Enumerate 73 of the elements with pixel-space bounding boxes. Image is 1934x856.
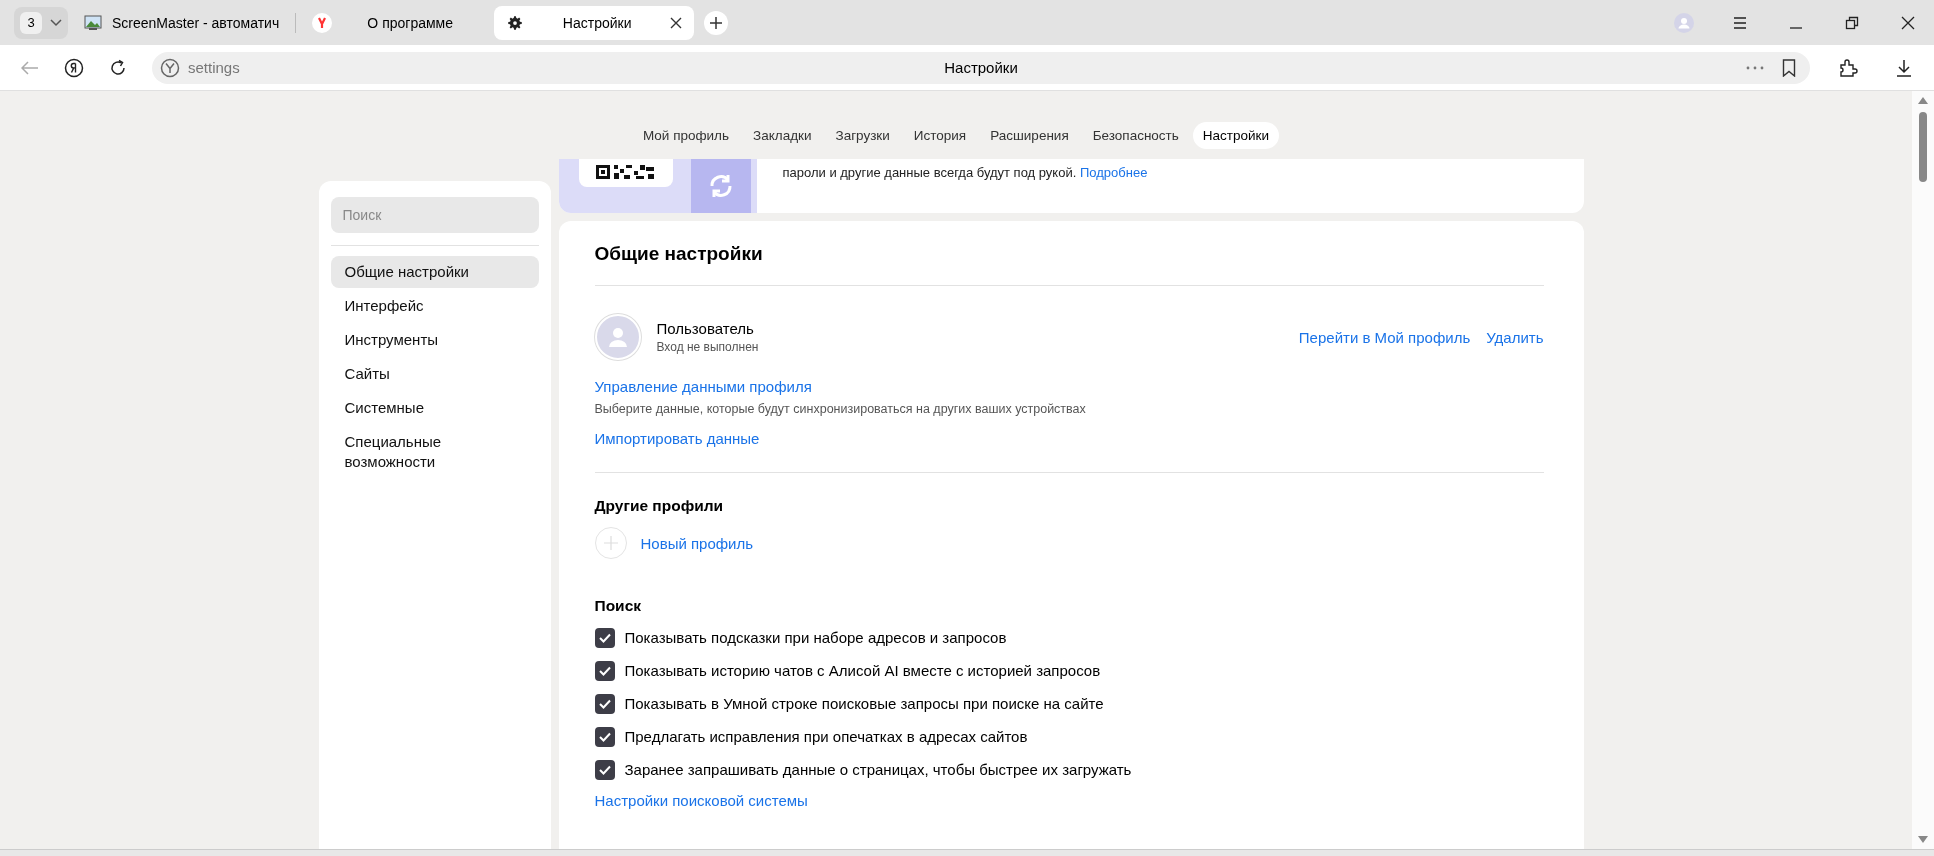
section-heading: Другие профили xyxy=(594,497,725,515)
nav-tab[interactable]: Закладки xyxy=(743,121,822,149)
address-text: settings xyxy=(188,59,240,76)
more-icon[interactable] xyxy=(1746,65,1764,70)
new-profile-link[interactable]: Новый профиль xyxy=(640,534,754,552)
browser-tab[interactable]: О программе xyxy=(300,5,491,40)
plus-icon xyxy=(603,536,618,550)
nav-tab[interactable]: Загрузки xyxy=(825,121,900,149)
checkmark-icon xyxy=(598,632,611,643)
image-icon xyxy=(84,14,102,31)
sidebar-item[interactable]: Интерфейс xyxy=(330,290,539,322)
profile-status: Вход не выполнен xyxy=(656,340,759,354)
browser-logo-icon xyxy=(160,57,180,78)
bookmark-icon[interactable] xyxy=(1782,58,1796,77)
sidebar-item[interactable]: Общие настройки xyxy=(330,256,539,288)
sidebar-item[interactable]: Сайты xyxy=(330,358,539,390)
address-field[interactable]: settings Настройки xyxy=(152,51,1810,84)
checkbox[interactable] xyxy=(594,693,615,714)
checkmark-icon xyxy=(598,698,611,709)
sync-description: пароли и другие данные всегда будут под рукой. Подробнее xyxy=(781,164,1148,182)
sidebar-item[interactable]: Системные xyxy=(330,392,539,424)
option-label: Показывать историю чатов с Алисой AI вместе с историей запросов xyxy=(624,662,1101,679)
scroll-down-icon[interactable] xyxy=(1918,836,1928,843)
nav-tab[interactable]: Мой профиль xyxy=(632,121,740,149)
hint-text: Выберите данные, которые будут синхронизироваться на других ваших устройствах xyxy=(594,402,1087,416)
checkmark-icon xyxy=(598,665,611,676)
close-icon[interactable] xyxy=(1901,15,1915,30)
option-label: Показывать подсказки при наборе адресов и запросов xyxy=(624,629,1007,646)
checkbox[interactable] xyxy=(594,660,615,681)
checkbox[interactable] xyxy=(594,726,615,747)
download-icon[interactable] xyxy=(1896,58,1912,77)
search-field[interactable]: Поиск xyxy=(330,197,539,233)
scroll-up-icon[interactable] xyxy=(1918,97,1928,104)
section-heading: Поиск xyxy=(594,597,642,615)
sidebar-item[interactable]: Специальные возможности xyxy=(330,426,539,478)
plus-icon[interactable] xyxy=(710,16,723,29)
browser-tab[interactable]: ScreenMaster - автоматич xyxy=(72,5,292,40)
restore-icon[interactable] xyxy=(1845,15,1859,30)
new-tab-button[interactable] xyxy=(704,10,729,35)
checkbox[interactable] xyxy=(594,627,615,648)
option-label: Показывать в Умной строке поисковые запросы при поиске на сайте xyxy=(624,695,1104,712)
nav-tab[interactable]: История xyxy=(903,121,977,149)
yandex-logo-icon[interactable] xyxy=(64,57,84,78)
section-title: Общие настройки xyxy=(594,242,764,266)
page-title: Настройки xyxy=(944,59,1018,76)
puzzle-icon[interactable] xyxy=(1838,57,1858,78)
menu-icon[interactable] xyxy=(1733,16,1747,29)
import-link[interactable]: Импортировать данные xyxy=(594,430,760,447)
checkbox[interactable] xyxy=(594,759,615,780)
option-label: Заранее запрашивать данные о страницах, чтобы быстрее их загружать xyxy=(624,761,1132,778)
tab-count: 3 xyxy=(20,11,42,34)
sidebar-item[interactable]: Инструменты xyxy=(330,324,539,356)
more-link[interactable]: Подробнее xyxy=(1079,165,1148,180)
nav-tab[interactable]: Безопасность xyxy=(1082,121,1189,149)
qr-code-icon xyxy=(595,165,656,181)
browser-tab[interactable]: Настройки xyxy=(494,5,695,40)
chevron-down-icon xyxy=(50,18,62,27)
manage-data-link[interactable]: Управление данными профиля xyxy=(594,378,812,395)
tab-counter[interactable]: 3 xyxy=(14,6,68,39)
profile-link[interactable]: Перейти в Мой профиль xyxy=(1298,328,1471,346)
search-engine-link[interactable]: Настройки поисковой системы xyxy=(594,792,808,809)
profile-name: Пользователь xyxy=(656,320,755,337)
close-icon[interactable] xyxy=(670,16,683,29)
gear-icon xyxy=(506,13,525,32)
checkmark-icon xyxy=(598,731,611,742)
reload-icon[interactable] xyxy=(109,58,127,77)
scrollbar-thumb[interactable] xyxy=(1919,112,1927,182)
profile-link[interactable]: Удалить xyxy=(1486,328,1544,346)
yandex-logo-icon xyxy=(312,12,333,33)
option-label: Предлагать исправления при опечатках в адресах сайтов xyxy=(624,728,1028,745)
nav-tab[interactable]: Настройки xyxy=(1192,121,1280,149)
nav-tab[interactable]: Расширения xyxy=(980,121,1079,149)
checkmark-icon xyxy=(598,764,611,775)
